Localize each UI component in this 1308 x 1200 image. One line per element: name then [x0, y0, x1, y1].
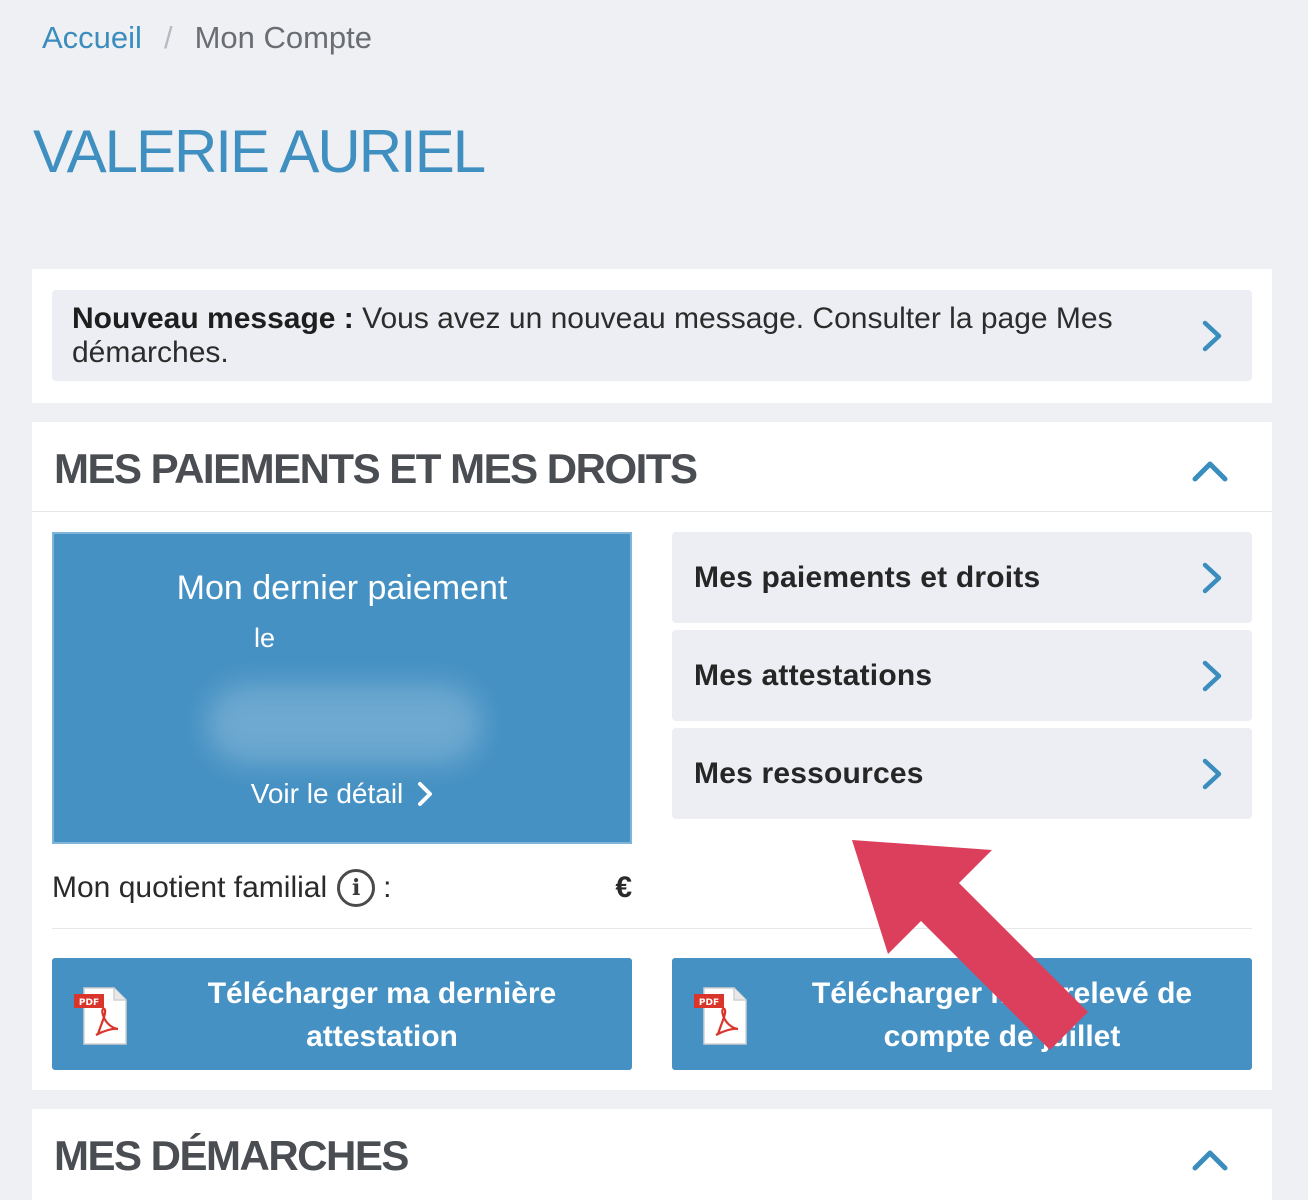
last-payment-card: Mon dernier paiement le Voir le détail	[52, 532, 632, 844]
svg-text:PDF: PDF	[79, 998, 99, 1008]
download-releve-button[interactable]: PDF Télécharger mon relevé de compte de …	[672, 958, 1252, 1070]
menu-item-label: Mes paiements et droits	[694, 561, 1041, 594]
menu-item-label: Mes ressources	[694, 757, 924, 790]
view-detail-link[interactable]: Voir le détail	[54, 776, 630, 812]
demarches-section: MES DÉMARCHES	[32, 1109, 1272, 1200]
quotient-currency: €	[615, 871, 632, 904]
info-icon[interactable]: i	[337, 869, 376, 907]
caret-up-icon[interactable]	[1190, 1147, 1230, 1173]
chevron-right-icon	[1202, 758, 1222, 790]
menu-item-paiements-droits[interactable]: Mes paiements et droits	[672, 532, 1252, 623]
breadcrumb-current: Mon Compte	[194, 20, 373, 55]
pdf-icon: PDF	[74, 987, 127, 1045]
quotient-colon: :	[383, 871, 392, 904]
chevron-right-icon	[1202, 562, 1222, 594]
section-divider	[32, 511, 1272, 512]
chevron-right-icon	[1202, 320, 1222, 352]
menu-item-label: Mes attestations	[694, 659, 933, 692]
quotient-familial-row: Mon quotient familial i : €	[52, 868, 632, 908]
pdf-icon: PDF	[694, 987, 747, 1045]
menu-item-attestations[interactable]: Mes attestations	[672, 630, 1252, 721]
last-payment-title: Mon dernier paiement	[176, 569, 508, 607]
demarches-section-title: MES DÉMARCHES	[54, 1132, 409, 1179]
breadcrumb-separator: /	[163, 20, 173, 55]
breadcrumb: Accueil / Mon Compte	[42, 18, 372, 58]
message-panel: Nouveau message : Vous avez un nouveau m…	[32, 269, 1272, 403]
download-attestation-button[interactable]: PDF Télécharger ma dernière attestation	[52, 958, 632, 1070]
last-payment-date: le	[254, 623, 276, 653]
menu-item-ressources[interactable]: Mes ressources	[672, 728, 1252, 819]
new-message-banner[interactable]: Nouveau message : Vous avez un nouveau m…	[52, 290, 1252, 381]
message-label: Nouveau message :	[72, 302, 354, 335]
chevron-right-icon	[418, 782, 433, 806]
svg-text:PDF: PDF	[699, 998, 719, 1008]
page-title: VALERIE AURIEL	[33, 118, 486, 185]
view-detail-label: Voir le détail	[250, 778, 404, 809]
caret-up-icon[interactable]	[1190, 458, 1230, 484]
row-divider	[52, 928, 1252, 929]
chevron-right-icon	[1202, 660, 1222, 692]
breadcrumb-home-link[interactable]: Accueil	[42, 18, 142, 58]
download-releve-label: Télécharger mon relevé de compte de juil…	[811, 977, 1193, 1053]
quotient-label: Mon quotient familial	[52, 871, 328, 904]
download-attestation-label: Télécharger ma dernière attestation	[207, 977, 557, 1053]
last-payment-amount-blurred	[206, 684, 482, 764]
payments-section: MES PAIEMENTS ET MES DROITS Mon dernier …	[32, 422, 1272, 1090]
payments-section-title: MES PAIEMENTS ET MES DROITS	[54, 445, 698, 492]
